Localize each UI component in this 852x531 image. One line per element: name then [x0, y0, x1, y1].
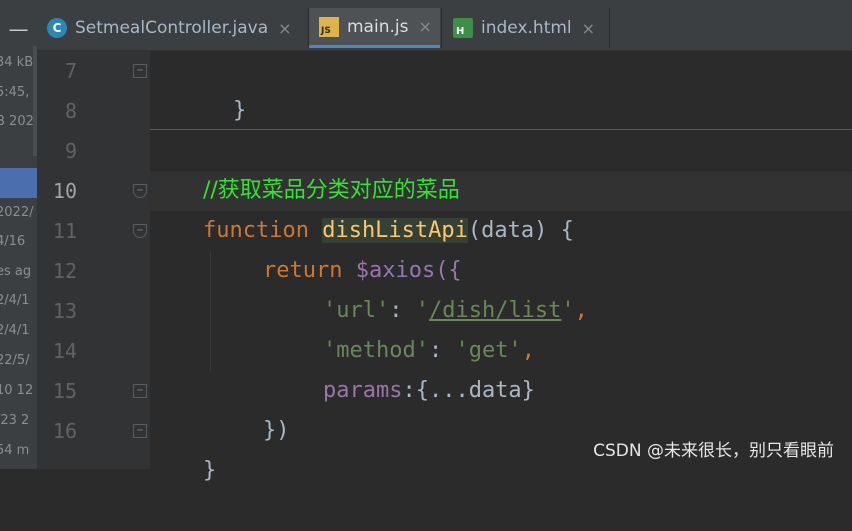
collapse-icon[interactable]: —	[0, 12, 37, 46]
code-line-7: }	[232, 98, 247, 123]
code-line-10: function dishListApi(data) {	[202, 218, 574, 243]
panel-text-fragment: 2/4/1	[0, 323, 30, 338]
close-icon[interactable]: ×	[582, 19, 595, 38]
close-icon[interactable]: ×	[278, 19, 291, 38]
fold-end-icon[interactable]: −	[133, 64, 147, 78]
line-number: 12	[52, 259, 77, 283]
code-line-11: return $axios({	[262, 258, 462, 283]
tab-label: index.html	[481, 18, 572, 38]
panel-text-fragment: 10 12	[0, 383, 34, 398]
js-file-icon: JS	[319, 16, 339, 37]
project-panel-fragment[interactable]: — 34 kB 5:45, B 202 2022/ 4/16 es ag 2/4…	[0, 0, 37, 469]
panel-text-fragment: 22/5/	[0, 353, 30, 368]
method-separator	[150, 129, 852, 130]
tab-label: main.js	[347, 16, 409, 37]
tab-divider	[441, 8, 442, 48]
code-line-15: })	[262, 418, 290, 443]
tab-main-js[interactable]: JS main.js ×	[309, 8, 440, 48]
line-number: 14	[52, 339, 77, 363]
fold-start-icon[interactable]: −	[133, 224, 147, 238]
code-line-14: params:{...data}	[322, 378, 535, 403]
line-number: 13	[52, 299, 77, 323]
close-icon[interactable]: ×	[418, 17, 431, 36]
line-number: 8	[64, 99, 77, 123]
line-number: 15	[52, 379, 77, 403]
tab-setmealcontroller[interactable]: C SetmealController.java ×	[47, 8, 307, 48]
line-number: 7	[64, 59, 77, 83]
editor-gutter[interactable]: 7 8 9 10 11 12 13 14 15 16 − − − − −	[37, 51, 150, 469]
fold-end-icon[interactable]: −	[133, 384, 147, 398]
panel-text-fragment: B 202	[0, 114, 34, 129]
code-line-12: 'url': '/dish/list',	[322, 298, 588, 323]
code-line-13: 'method': 'get',	[322, 338, 535, 363]
panel-text-fragment: 54 m	[0, 443, 30, 458]
html-file-icon: H	[453, 18, 473, 38]
line-number: 9	[64, 139, 77, 163]
line-number-current: 10	[52, 179, 77, 203]
selected-row-highlight[interactable]	[0, 168, 37, 198]
tab-index-html[interactable]: H index.html ×	[453, 8, 613, 48]
code-line-9: //获取菜品分类对应的菜品	[150, 131, 460, 203]
watermark-text: CSDN @未来很长，别只看眼前	[593, 441, 834, 461]
java-class-icon: C	[47, 18, 67, 38]
panel-text-fragment: 4/16	[0, 234, 26, 249]
code-line-16: }	[202, 458, 217, 483]
line-number: 16	[52, 419, 77, 443]
panel-text-fragment: 2/4/1	[0, 293, 30, 308]
fold-end-icon[interactable]: −	[133, 424, 147, 438]
line-number: 11	[52, 219, 77, 243]
panel-text-fragment: 34 kB	[0, 55, 34, 70]
panel-text-fragment: es ag	[0, 264, 32, 279]
tab-divider	[609, 8, 610, 48]
panel-text-fragment: 2022/	[0, 205, 34, 220]
editor-tab-bar: C SetmealController.java × JS main.js × …	[37, 0, 852, 51]
panel-text-fragment: 5:45,	[0, 85, 30, 100]
panel-text-fragment: /23 2	[0, 413, 30, 428]
code-editor[interactable]: } //获取菜品分类对应的菜品 function dishListApi(dat…	[150, 51, 852, 483]
tab-label: SetmealController.java	[75, 18, 269, 38]
fold-start-icon[interactable]: −	[133, 184, 147, 198]
